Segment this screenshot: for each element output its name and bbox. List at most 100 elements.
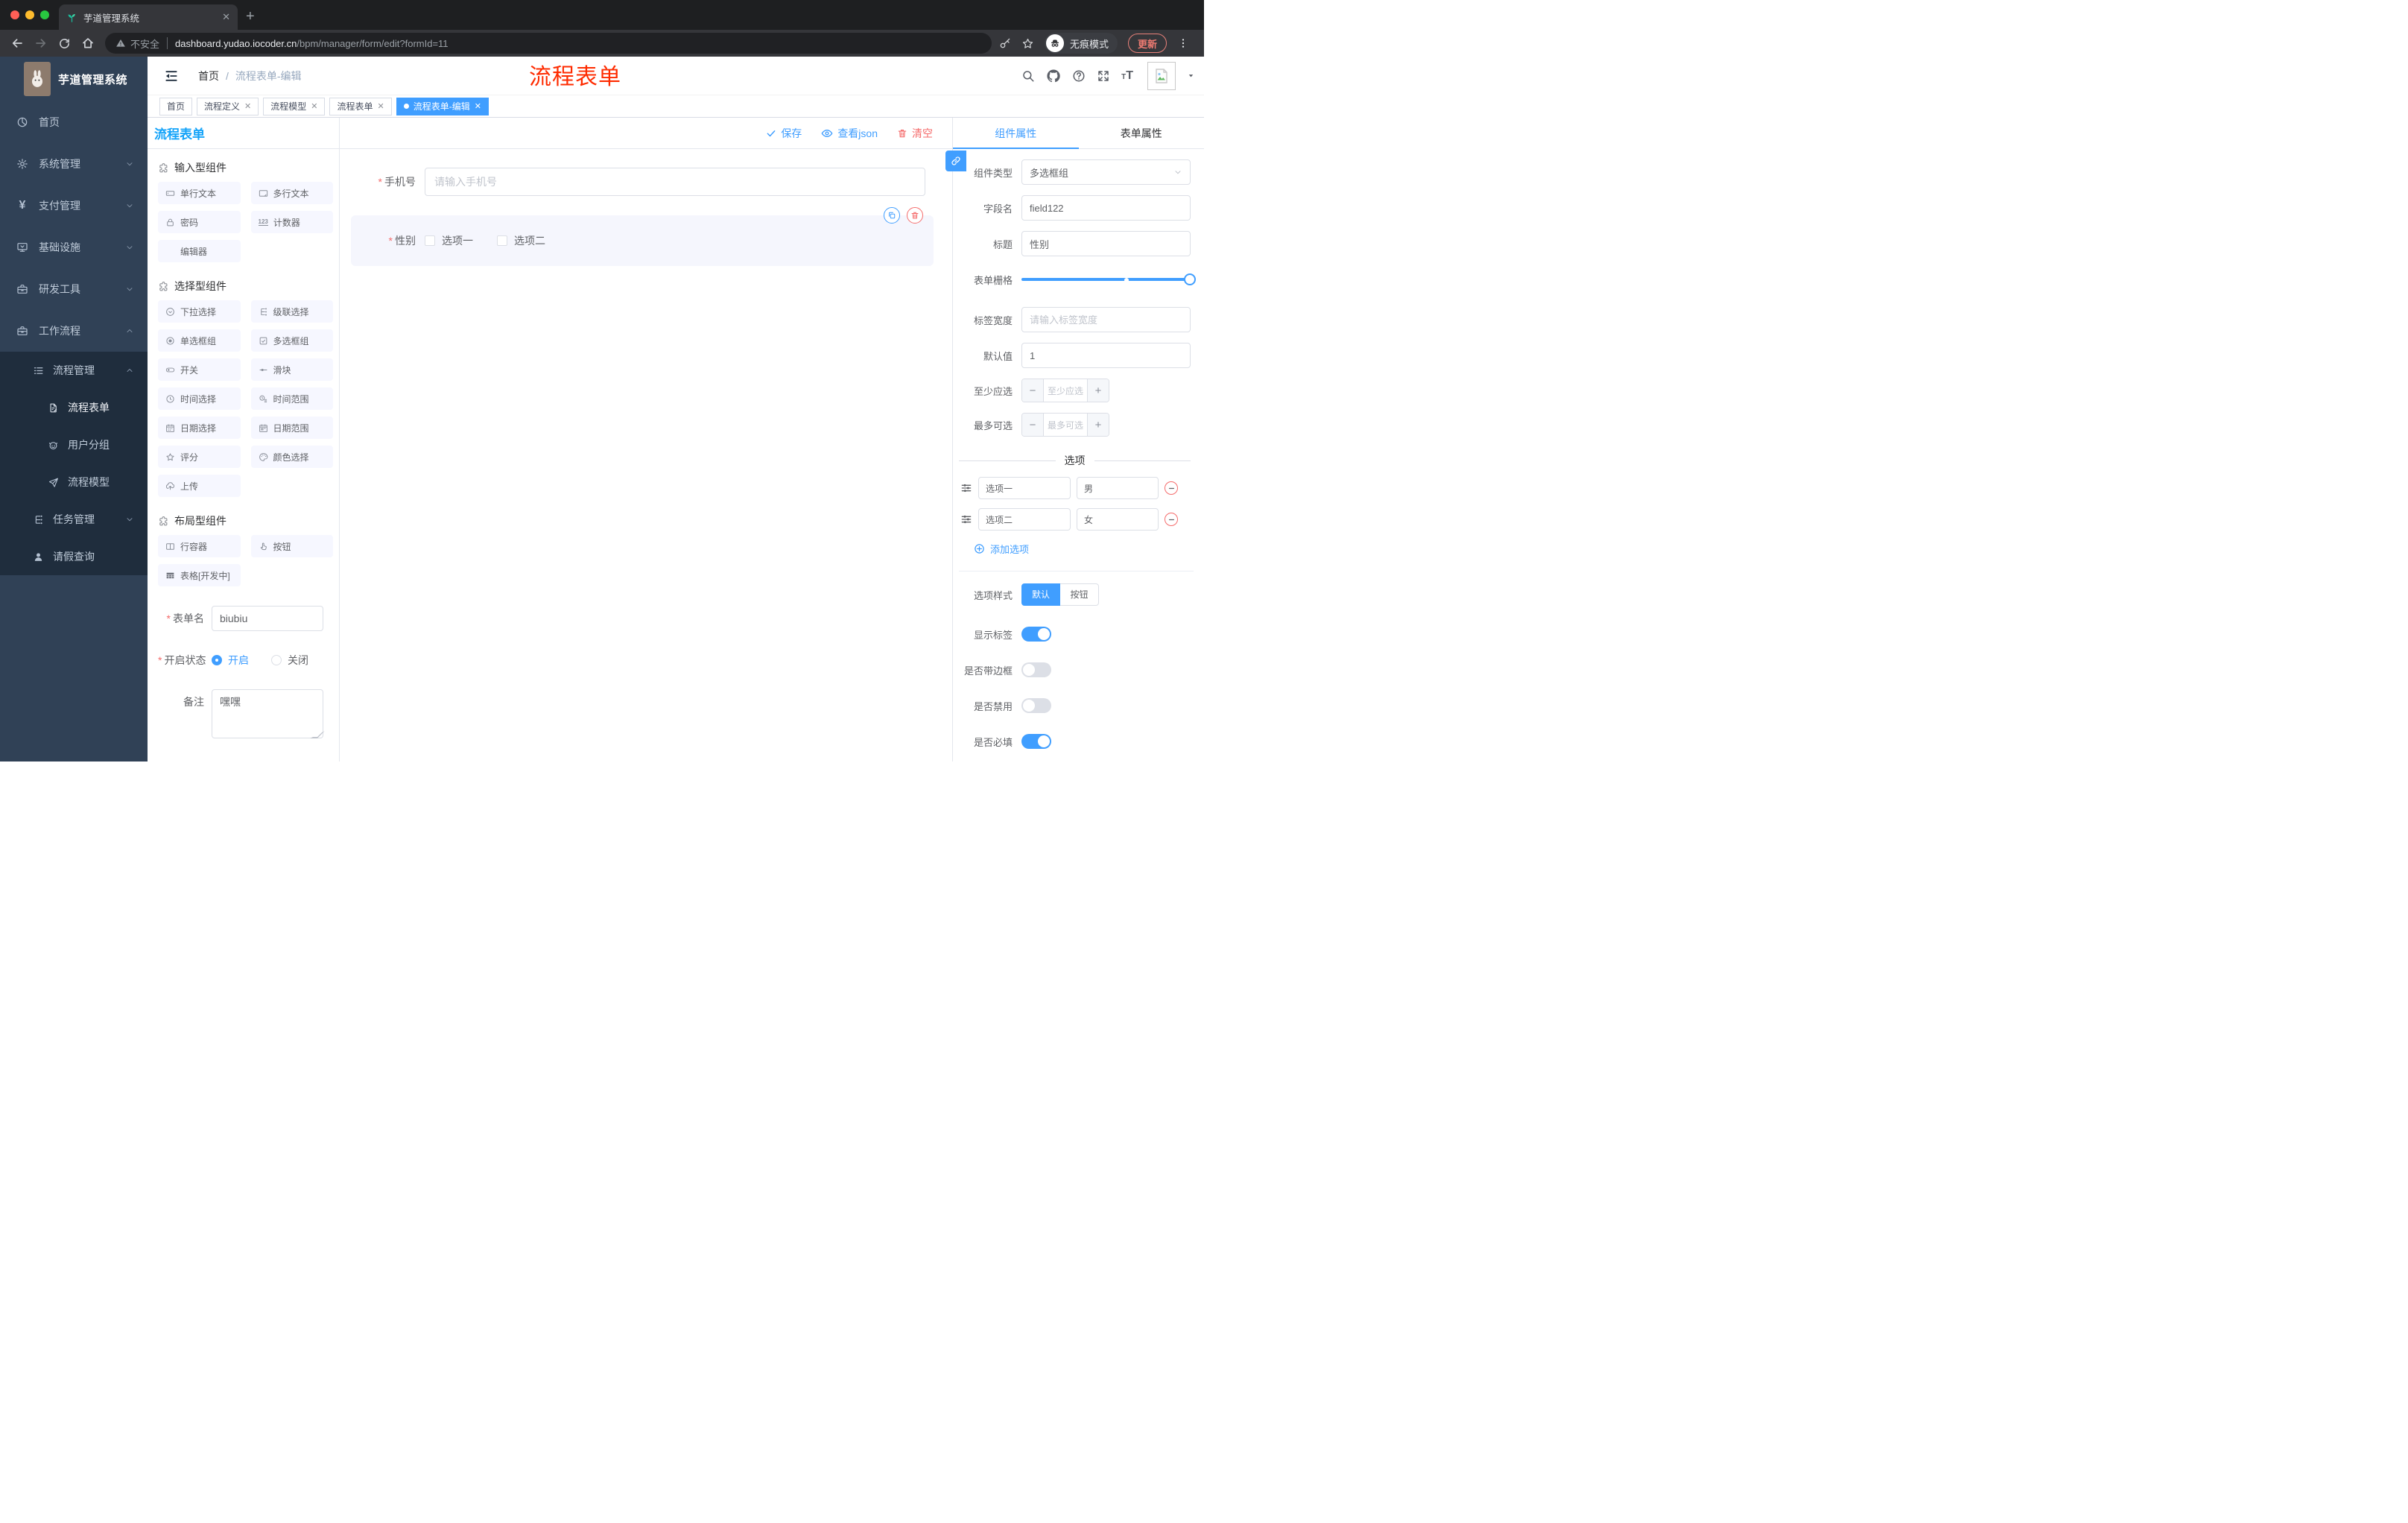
breadcrumb-home[interactable]: 首页 bbox=[198, 69, 219, 83]
search-icon[interactable] bbox=[1021, 69, 1035, 83]
component-password[interactable]: 密码 bbox=[158, 211, 241, 233]
show-label-switch[interactable] bbox=[1021, 627, 1051, 642]
sidebar-item-infra[interactable]: 基础设施 bbox=[0, 227, 148, 268]
help-icon[interactable] bbox=[1072, 69, 1086, 83]
browser-menu-icon[interactable] bbox=[1177, 37, 1189, 49]
component-upload[interactable]: 上传 bbox=[158, 475, 241, 497]
reload-icon[interactable] bbox=[58, 37, 71, 50]
form-name-input[interactable] bbox=[212, 606, 323, 631]
label-width-input[interactable] bbox=[1021, 307, 1191, 332]
canvas-field-gender-selected[interactable]: * 性别 选项一 选项二 bbox=[351, 207, 934, 266]
component-radio-group[interactable]: 单选框组 bbox=[158, 329, 241, 352]
link-tab[interactable] bbox=[945, 151, 966, 171]
forward-icon[interactable] bbox=[34, 37, 48, 50]
address-bar[interactable]: 不安全 dashboard.yudao.iocoder.cn/bpm/manag… bbox=[105, 33, 992, 54]
component-date-picker[interactable]: 日期选择 bbox=[158, 417, 241, 439]
component-editor[interactable]: 编辑器 bbox=[158, 240, 241, 262]
logo[interactable]: 芋道管理系统 bbox=[0, 57, 148, 101]
form-grid-slider[interactable] bbox=[1021, 267, 1196, 292]
gender-checkbox-option1[interactable]: 选项一 bbox=[425, 233, 473, 248]
option2-label-input[interactable] bbox=[978, 508, 1071, 531]
status-radio-on[interactable]: 开启 bbox=[212, 653, 249, 668]
component-checkbox-group[interactable]: 多选框组 bbox=[250, 329, 333, 352]
tag-process-definition[interactable]: 流程定义 ✕ bbox=[197, 97, 259, 115]
update-button[interactable]: 更新 bbox=[1128, 34, 1167, 53]
avatar[interactable] bbox=[1147, 61, 1176, 90]
font-size-icon[interactable]: TT bbox=[1121, 69, 1133, 83]
tag-close-icon[interactable]: ✕ bbox=[311, 101, 317, 111]
option2-value-input[interactable] bbox=[1077, 508, 1159, 531]
tag-process-form-edit[interactable]: 流程表单-编辑 ✕ bbox=[396, 97, 489, 115]
drag-handle-icon[interactable] bbox=[960, 513, 972, 525]
component-single-text[interactable]: 单行文本 bbox=[158, 182, 241, 204]
component-row-container[interactable]: 行容器 bbox=[158, 535, 241, 557]
window-zoom-button[interactable] bbox=[40, 10, 49, 19]
sidebar-item-process-mgmt[interactable]: 流程管理 bbox=[0, 352, 148, 389]
key-icon[interactable] bbox=[999, 37, 1011, 49]
window-close-button[interactable] bbox=[10, 10, 19, 19]
bookmark-star-icon[interactable] bbox=[1021, 37, 1034, 50]
sidebar-item-process-model[interactable]: 流程模型 bbox=[0, 463, 148, 501]
increase-icon[interactable]: + bbox=[1087, 379, 1109, 402]
clear-button[interactable]: 清空 bbox=[897, 126, 933, 141]
style-default-button[interactable]: 默认 bbox=[1021, 583, 1060, 606]
tag-process-form[interactable]: 流程表单 ✕ bbox=[329, 97, 392, 115]
tag-process-model[interactable]: 流程模型 ✕ bbox=[263, 97, 326, 115]
component-date-range[interactable]: 日期范围 bbox=[250, 417, 333, 439]
max-select-stepper[interactable]: − 最多可选 + bbox=[1021, 413, 1109, 437]
increase-icon[interactable]: + bbox=[1087, 414, 1109, 436]
avatar-caret-icon[interactable] bbox=[1187, 72, 1195, 80]
decrease-icon[interactable]: − bbox=[1022, 379, 1044, 402]
delete-component-button[interactable] bbox=[907, 207, 923, 224]
option1-value-input[interactable] bbox=[1077, 477, 1159, 499]
sidebar-item-workflow[interactable]: 工作流程 bbox=[0, 310, 148, 352]
tag-home[interactable]: 首页 bbox=[159, 97, 193, 115]
component-table[interactable]: 表格[开发中] bbox=[158, 564, 241, 586]
github-icon[interactable] bbox=[1046, 69, 1061, 83]
drag-handle-icon[interactable] bbox=[960, 482, 972, 494]
remove-option-icon[interactable] bbox=[1165, 513, 1178, 526]
option-style-segmented[interactable]: 默认 按钮 bbox=[1021, 583, 1099, 606]
sidebar-item-leave-query[interactable]: 请假查询 bbox=[0, 538, 148, 575]
tag-close-icon[interactable]: ✕ bbox=[244, 101, 251, 111]
add-option-button[interactable]: 添加选项 bbox=[974, 542, 1204, 556]
gender-checkbox-option2[interactable]: 选项二 bbox=[497, 233, 545, 248]
component-color-picker[interactable]: 颜色选择 bbox=[250, 446, 333, 468]
sidebar-item-home[interactable]: 首页 bbox=[0, 101, 148, 143]
tag-close-icon[interactable]: ✕ bbox=[378, 101, 384, 111]
option1-label-input[interactable] bbox=[978, 477, 1071, 499]
save-button[interactable]: 保存 bbox=[766, 126, 802, 141]
component-cascader[interactable]: 级联选择 bbox=[250, 300, 333, 323]
window-controls[interactable] bbox=[10, 10, 49, 19]
component-select[interactable]: 下拉选择 bbox=[158, 300, 241, 323]
disabled-switch[interactable] bbox=[1021, 698, 1051, 713]
checkbox[interactable] bbox=[497, 235, 507, 246]
tab-component-props[interactable]: 组件属性 bbox=[953, 118, 1079, 149]
new-tab-button[interactable]: + bbox=[246, 6, 255, 27]
home-icon[interactable] bbox=[81, 37, 95, 50]
component-time-picker[interactable]: 时间选择 bbox=[158, 387, 241, 410]
checkbox[interactable] bbox=[425, 235, 435, 246]
with-border-switch[interactable] bbox=[1021, 662, 1051, 677]
component-rate[interactable]: 评分 bbox=[158, 446, 241, 468]
component-switch[interactable]: 开关 bbox=[158, 358, 241, 381]
remove-option-icon[interactable] bbox=[1165, 481, 1178, 495]
component-time-range[interactable]: 时间范围 bbox=[250, 387, 333, 410]
fullscreen-icon[interactable] bbox=[1097, 69, 1110, 83]
form-remark-textarea[interactable]: 嘿嘿 bbox=[212, 689, 323, 738]
component-counter[interactable]: 123 计数器 bbox=[250, 211, 333, 233]
tab-form-props[interactable]: 表单属性 bbox=[1079, 118, 1205, 148]
component-multi-text[interactable]: 多行文本 bbox=[250, 182, 333, 204]
decrease-icon[interactable]: − bbox=[1022, 414, 1044, 436]
sidebar-item-pay[interactable]: ¥ 支付管理 bbox=[0, 185, 148, 227]
sidebar-item-dev[interactable]: 研发工具 bbox=[0, 268, 148, 310]
component-button[interactable]: 按钮 bbox=[250, 535, 333, 557]
security-chip[interactable]: 不安全 bbox=[115, 37, 159, 51]
window-minimize-button[interactable] bbox=[25, 10, 34, 19]
phone-input[interactable]: 请输入手机号 bbox=[425, 168, 925, 196]
tag-close-icon[interactable]: ✕ bbox=[475, 101, 481, 111]
title-input[interactable] bbox=[1021, 231, 1191, 256]
field-name-input[interactable] bbox=[1021, 195, 1191, 221]
view-json-button[interactable]: 查看json bbox=[821, 126, 878, 141]
component-type-select[interactable]: 多选框组 bbox=[1021, 159, 1191, 185]
